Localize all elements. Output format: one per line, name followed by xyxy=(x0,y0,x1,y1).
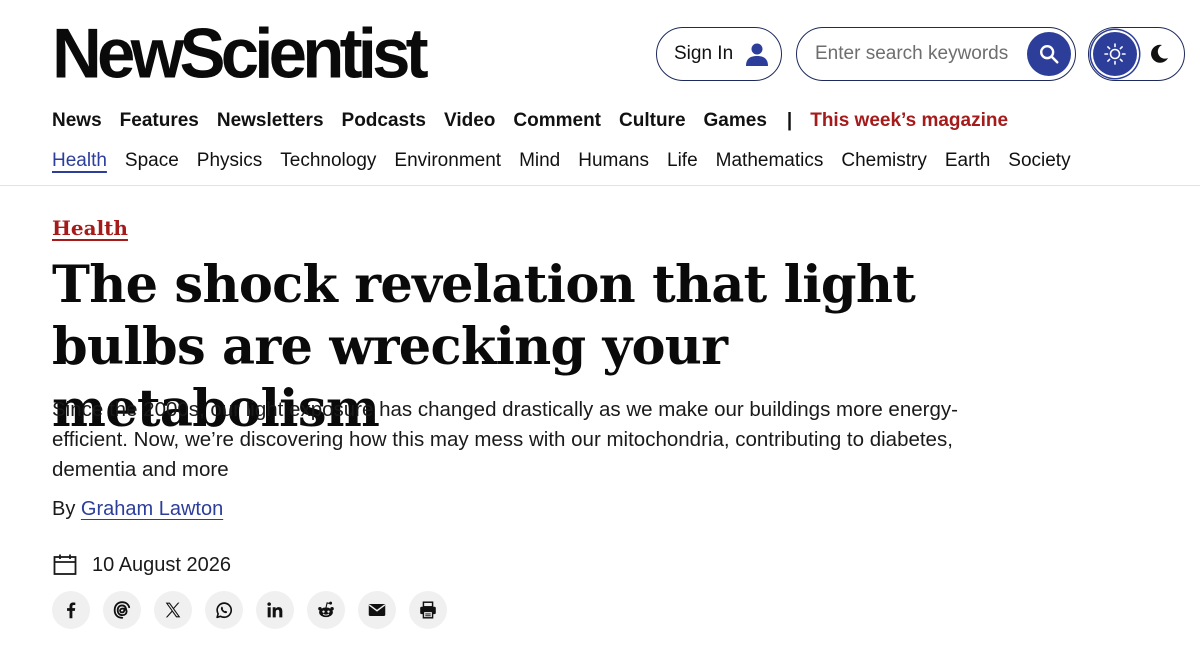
nav-item-magazine[interactable]: This week’s magazine xyxy=(810,110,1008,132)
nav-item-video[interactable]: Video xyxy=(444,110,495,132)
share-threads-button[interactable] xyxy=(103,591,141,629)
sign-in-button[interactable]: Sign In xyxy=(656,27,782,81)
nav-item-culture[interactable]: Culture xyxy=(619,110,686,132)
print-icon xyxy=(420,601,436,619)
topic-health[interactable]: Health xyxy=(52,150,107,176)
facebook-icon xyxy=(67,602,76,619)
moon-icon[interactable] xyxy=(1147,42,1171,66)
nav-item-comment[interactable]: Comment xyxy=(513,110,601,132)
nav-item-features[interactable]: Features xyxy=(120,110,199,132)
theme-toggle[interactable] xyxy=(1088,27,1185,81)
search-button[interactable] xyxy=(1027,32,1071,76)
topic-mathematics[interactable]: Mathematics xyxy=(716,150,824,176)
nav-item-news[interactable]: News xyxy=(52,110,102,132)
share-linkedin-button[interactable] xyxy=(256,591,294,629)
article-standfirst: Since the 2000s, our light exposure has … xyxy=(52,398,958,481)
topic-earth[interactable]: Earth xyxy=(945,150,990,176)
section-link[interactable]: Health xyxy=(52,216,128,240)
topic-technology[interactable]: Technology xyxy=(280,150,376,176)
email-icon xyxy=(368,604,386,616)
share-bar xyxy=(52,591,447,629)
author-link[interactable]: Graham Lawton xyxy=(81,498,223,520)
topic-society[interactable]: Society xyxy=(1008,150,1070,176)
threads-icon xyxy=(113,601,131,619)
nav-item-games[interactable]: Games xyxy=(704,110,767,132)
nav-separator: | xyxy=(786,110,793,131)
topic-life[interactable]: Life xyxy=(667,150,698,176)
whatsapp-icon xyxy=(216,602,233,619)
byline-prefix: By xyxy=(52,498,76,520)
x-icon xyxy=(165,602,181,618)
date-text: 10 August 2026 xyxy=(92,553,232,576)
topic-environment[interactable]: Environment xyxy=(394,150,501,176)
primary-nav: News Features Newsletters Podcasts Video… xyxy=(52,108,1008,134)
byline: By Graham Lawton xyxy=(52,498,223,521)
share-email-button[interactable] xyxy=(358,591,396,629)
topic-space[interactable]: Space xyxy=(125,150,179,176)
topic-chemistry[interactable]: Chemistry xyxy=(841,150,927,176)
reddit-icon xyxy=(318,601,334,618)
publish-date: 10 August 2026 xyxy=(52,552,231,578)
search-box xyxy=(796,27,1076,81)
site-logo[interactable]: NewScientist xyxy=(52,13,429,95)
topic-mind[interactable]: Mind xyxy=(519,150,560,176)
sun-icon xyxy=(1104,43,1126,65)
topic-nav: Health Space Physics Technology Environm… xyxy=(52,150,1089,176)
light-mode-button[interactable] xyxy=(1093,32,1137,76)
header-divider xyxy=(0,185,1200,186)
search-input[interactable] xyxy=(815,43,1021,65)
nav-item-newsletters[interactable]: Newsletters xyxy=(217,110,324,132)
calendar-icon xyxy=(53,554,77,575)
nav-item-podcasts[interactable]: Podcasts xyxy=(342,110,426,132)
share-print-button[interactable] xyxy=(409,591,447,629)
sign-in-label: Sign In xyxy=(674,43,734,64)
share-whatsapp-button[interactable] xyxy=(205,591,243,629)
share-reddit-button[interactable] xyxy=(307,591,345,629)
share-x-button[interactable] xyxy=(154,591,192,629)
user-icon xyxy=(743,40,771,68)
linkedin-icon xyxy=(267,602,283,618)
search-icon xyxy=(1040,45,1059,64)
topic-humans[interactable]: Humans xyxy=(578,150,649,176)
share-facebook-button[interactable] xyxy=(52,591,90,629)
topic-physics[interactable]: Physics xyxy=(197,150,262,176)
